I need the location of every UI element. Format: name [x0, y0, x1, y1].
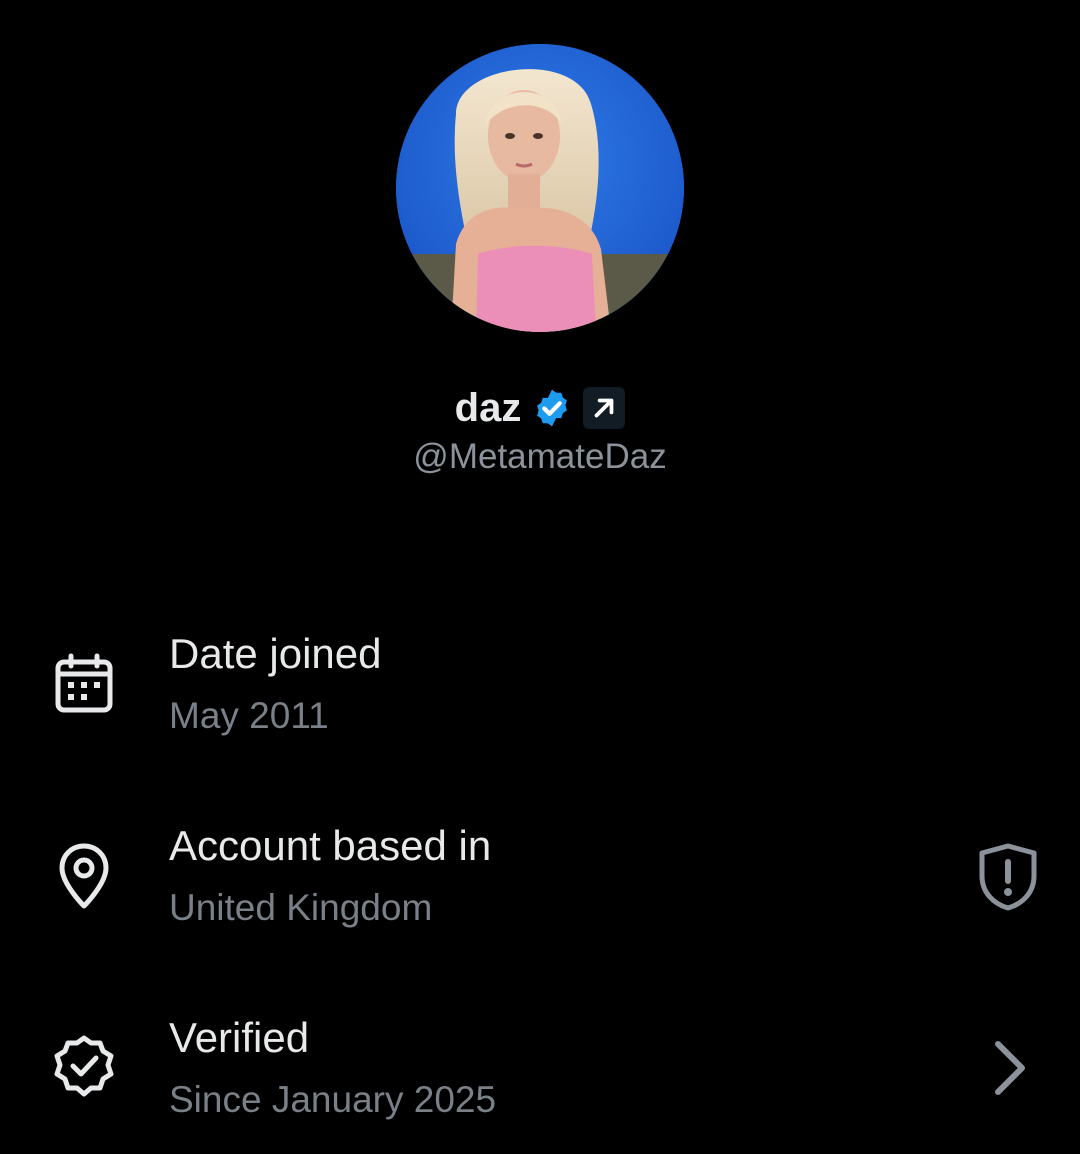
avatar[interactable]: [396, 44, 684, 332]
account-based-in-title: Account based in: [169, 822, 492, 869]
profile-photo: [396, 44, 684, 332]
verified-row[interactable]: Verified Since January 2025: [0, 1004, 1080, 1154]
account-based-in-value: United Kingdom: [169, 887, 433, 928]
chevron-right-icon[interactable]: [970, 1030, 1046, 1106]
shield-alert-icon[interactable]: [970, 838, 1046, 914]
date-joined-title: Date joined: [169, 630, 382, 677]
profile-name-row: daz: [0, 380, 1080, 436]
date-joined-row: Date joined May 2011: [0, 620, 1080, 770]
date-joined-value: May 2011: [169, 695, 329, 736]
display-name: daz: [454, 386, 522, 430]
profile-handle: @MetamateDaz: [413, 437, 667, 476]
affiliate-arrow-icon: [594, 398, 614, 418]
location-pin-icon: [48, 840, 120, 912]
verified-badge-icon: [48, 1032, 120, 1104]
account-based-in-row: Account based in United Kingdom: [0, 812, 1080, 962]
verified-title: Verified: [169, 1014, 310, 1061]
verified-check-icon[interactable]: [531, 387, 573, 429]
verified-value: Since January 2025: [169, 1079, 497, 1120]
calendar-icon: [48, 648, 120, 720]
affiliate-badge[interactable]: [583, 387, 626, 429]
